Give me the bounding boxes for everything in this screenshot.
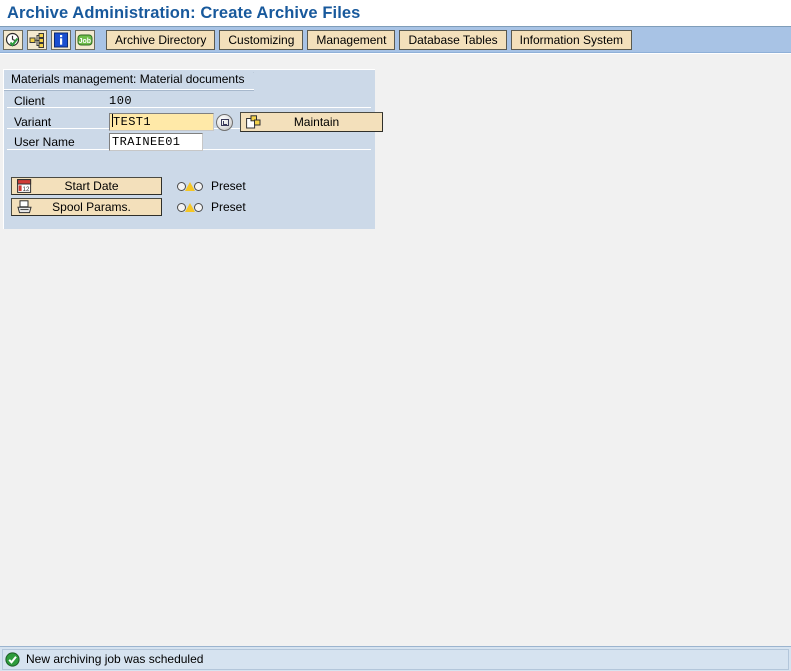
archive-object-group-box: Materials management: Material documents… xyxy=(3,69,383,229)
group-box-header: Materials management: Material documents xyxy=(4,70,375,91)
success-check-icon xyxy=(5,651,20,667)
maintain-button[interactable]: Maintain xyxy=(240,112,383,132)
variant-input-value: TEST1 xyxy=(113,115,152,129)
toolbar-button-archive-directory[interactable]: Archive Directory xyxy=(106,29,216,50)
value-help-glyph xyxy=(220,118,229,126)
indicator-lamp-right xyxy=(194,181,203,191)
start-date-status-indicator xyxy=(177,181,203,191)
application-toolbar: Job Archive Directory Customizing Manage… xyxy=(0,27,791,53)
spool-params-button-label: Spool Params. xyxy=(52,200,131,214)
action-row-start-date: 12 Start Date Preset xyxy=(11,177,246,195)
maintain-button-label: Maintain xyxy=(293,115,340,129)
field-row-variant: Variant TEST1 Maintain xyxy=(4,112,383,132)
window-title-bar: Archive Administration: Create Archive F… xyxy=(0,0,791,27)
start-date-button[interactable]: 12 Start Date xyxy=(11,177,162,195)
variant-maintain-icon xyxy=(243,115,263,129)
user-name-input-value: TRAINEE01 xyxy=(112,135,181,149)
page-title: Archive Administration: Create Archive F… xyxy=(7,3,361,22)
user-name-label: User Name xyxy=(14,135,75,149)
toolbar-button-information-system[interactable]: Information System xyxy=(510,29,632,50)
group-box-header-label: Materials management: Material documents xyxy=(11,72,245,86)
field-row-client: Client 100 xyxy=(4,92,132,110)
status-bar-message: New archiving job was scheduled xyxy=(26,652,204,666)
svg-text:12: 12 xyxy=(22,186,29,193)
start-date-button-label: Start Date xyxy=(64,179,119,193)
printer-icon xyxy=(14,200,34,214)
group-box-header-rule xyxy=(4,89,254,91)
field-row-user-name: User Name TRAINEE01 xyxy=(4,132,203,152)
spool-params-button[interactable]: Spool Params. xyxy=(11,198,162,216)
variant-input[interactable]: TEST1 xyxy=(109,113,214,131)
calendar-icon: 12 xyxy=(14,179,34,193)
svg-text:Job: Job xyxy=(79,38,91,45)
value-help-icon[interactable] xyxy=(216,113,233,131)
user-name-input[interactable]: TRAINEE01 xyxy=(109,133,203,151)
action-row-spool-params: Spool Params. Preset xyxy=(11,198,246,216)
info-icon[interactable] xyxy=(51,29,71,50)
job-icon[interactable]: Job xyxy=(75,29,95,50)
status-bar-message-area: New archiving job was scheduled xyxy=(2,648,789,670)
indicator-lamp-right xyxy=(194,202,203,212)
toolbar-button-management[interactable]: Management xyxy=(307,29,396,50)
client-label: Client xyxy=(14,94,45,108)
main-content-area: Materials management: Material documents… xyxy=(0,54,791,646)
hierarchy-network-icon[interactable] xyxy=(27,29,47,50)
variant-label: Variant xyxy=(14,115,52,129)
toolbar-button-database-tables[interactable]: Database Tables xyxy=(399,29,507,50)
schedule-clock-icon[interactable] xyxy=(3,29,23,50)
spool-params-status-label: Preset xyxy=(211,200,246,214)
status-bar: New archiving job was scheduled xyxy=(0,646,791,671)
client-value: 100 xyxy=(109,94,133,108)
group-box-header-slash xyxy=(253,72,275,90)
warning-triangle-icon xyxy=(185,202,195,212)
toolbar-button-customizing[interactable]: Customizing xyxy=(219,29,304,50)
warning-triangle-icon xyxy=(185,181,195,191)
start-date-status-label: Preset xyxy=(211,179,246,193)
spool-params-status-indicator xyxy=(177,202,203,212)
